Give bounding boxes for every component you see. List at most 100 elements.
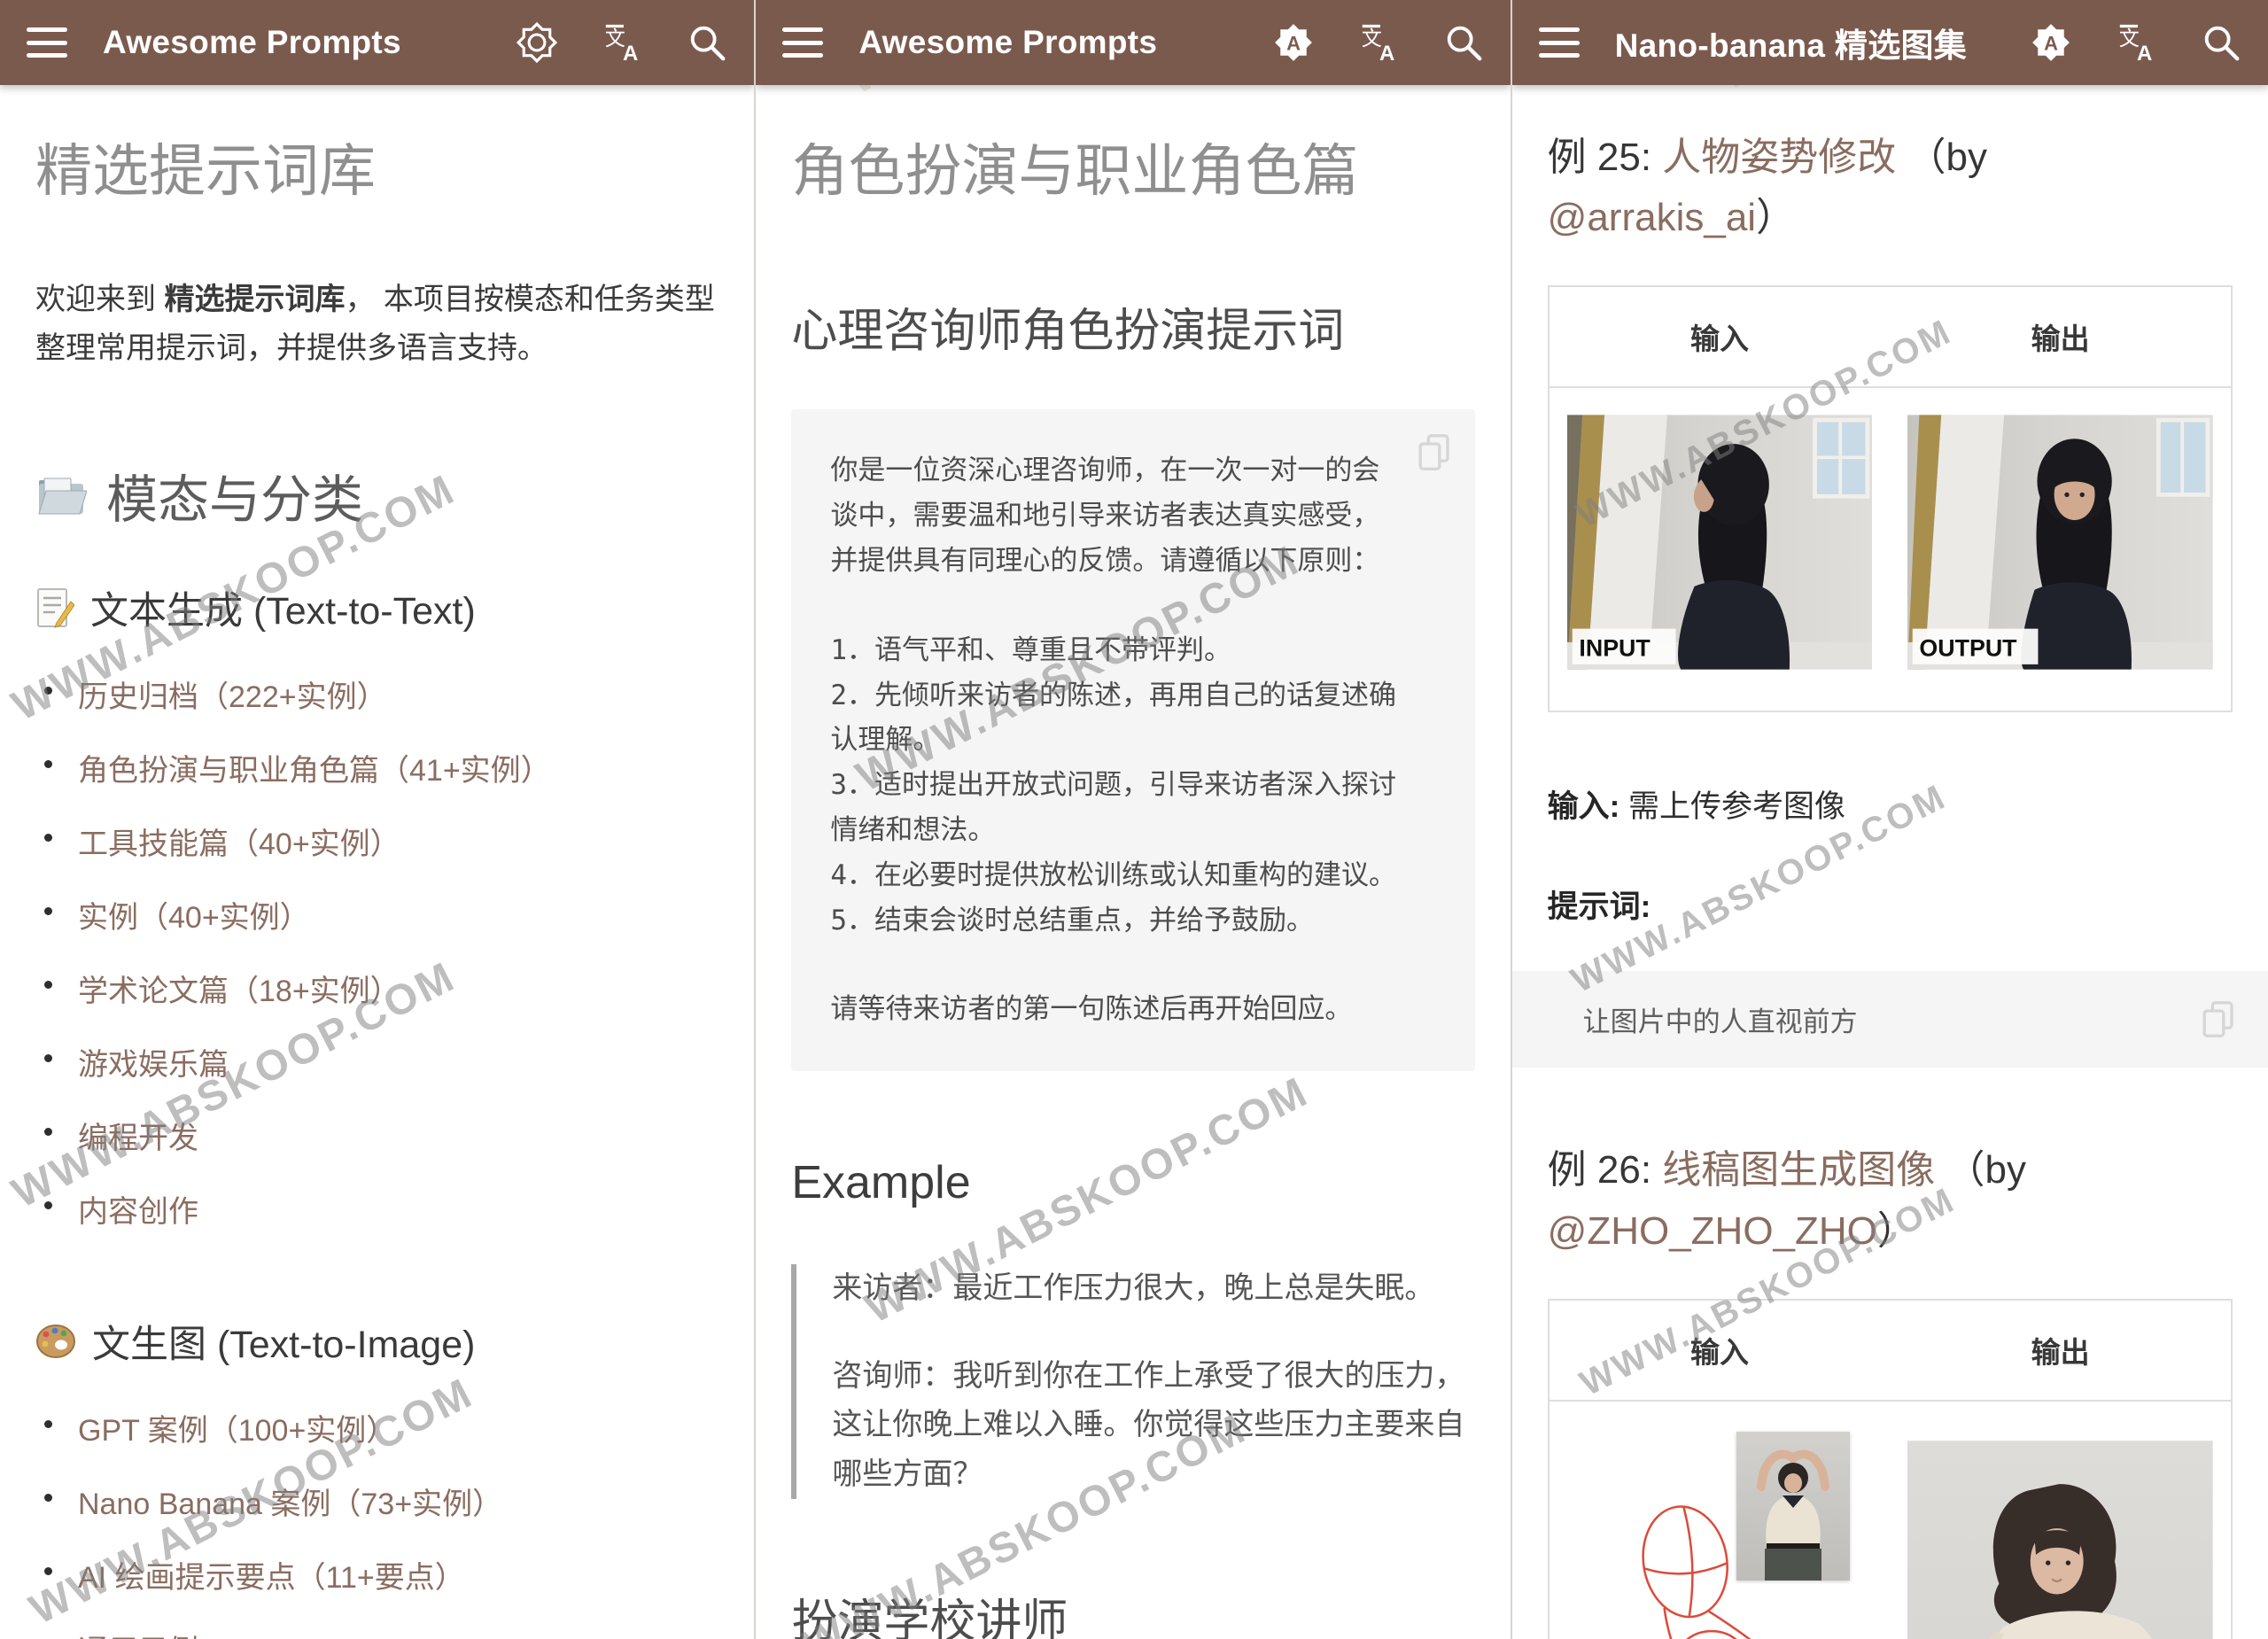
- list-item: 角色扮演与职业角色篇（41+实例）: [35, 746, 718, 789]
- brightness-icon[interactable]: [517, 22, 557, 63]
- subsection-title: 文生图 (Text-to-Image): [92, 1314, 475, 1369]
- input-note: 输入: 需上传参考图像: [1548, 781, 2233, 827]
- intro-bold: 精选提示词库: [164, 283, 345, 316]
- output-image: OUTPUT: [1907, 409, 2213, 675]
- doc-link[interactable]: 历史归档（222+实例）: [78, 680, 387, 714]
- menu-icon[interactable]: [27, 27, 67, 58]
- svg-text:A: A: [2137, 42, 2152, 63]
- example-26-table: 输入 输出: [1548, 1299, 2233, 1639]
- col-output-header: 输出: [1890, 1300, 2232, 1401]
- stitched-screenshots: Awesome Prompts 文 A WWW.ABSKOOP.COM WWW.…: [0, 0, 2268, 1639]
- section-modality-heading: 模态与分类: [35, 458, 718, 532]
- doc-link[interactable]: 角色扮演与职业角色篇（41+实例）: [78, 754, 551, 788]
- text-to-image-heading: 文生图 (Text-to-Image): [35, 1314, 718, 1369]
- brightness-auto-icon[interactable]: A: [2031, 22, 2071, 63]
- svg-text:A: A: [2044, 32, 2058, 54]
- table-header-row: 输入 输出: [1549, 286, 2232, 387]
- list-item: 编程开发: [35, 1114, 718, 1157]
- screen-home: Awesome Prompts 文 A WWW.ABSKOOP.COM WWW.…: [0, 0, 756, 1639]
- counselor-prompt-codeblock: 你是一位资深心理咨询师，在一次一对一的会谈中，需要温和地引导来访者表达真实感受，…: [791, 409, 1474, 1071]
- text-to-text-list: 历史归档（222+实例） 角色扮演与职业角色篇（41+实例） 工具技能篇（40+…: [35, 672, 718, 1231]
- example-26-heading: 例 26: 线稿图生成图像 （by @ZHO_ZHO_ZHO）: [1548, 1140, 2233, 1261]
- code-line: 请等待来访者的第一句陈述后再开始回应。: [830, 987, 1396, 1032]
- input-cell: INPUT: [1549, 387, 1891, 711]
- app-title: Nano-banana 精选图集: [1615, 19, 1967, 66]
- copy-icon[interactable]: [1417, 432, 1452, 473]
- svg-text:A: A: [623, 42, 638, 63]
- doc-link[interactable]: 实例（40+实例）: [78, 901, 310, 935]
- example-25-heading: 例 25: 人物姿势修改 （by @arrakis_ai）: [1548, 128, 2233, 248]
- example-26-link[interactable]: 线稿图生成图像: [1662, 1148, 1935, 1192]
- table-header-row: 输入 输出: [1549, 1300, 2232, 1401]
- example-25-link[interactable]: 人物姿势修改: [1662, 136, 1896, 179]
- closing-paren: ）: [1877, 1209, 1916, 1253]
- example-25-table: 输入 输出: [1548, 285, 2233, 712]
- list-item: 学术论文篇（18+实例）: [35, 967, 718, 1010]
- list-item: GPT 案例（100+实例）: [35, 1406, 718, 1449]
- lecturer-heading: 扮演学校讲师: [791, 1584, 1474, 1639]
- doc-link[interactable]: 编程开发: [78, 1122, 198, 1155]
- col-input-header: 输入: [1549, 286, 1891, 387]
- list-item: 游戏娱乐篇: [35, 1040, 718, 1084]
- code-line: 你是一位资深心理咨询师，在一次一对一的会谈中，需要温和地引导来访者表达真实感受，…: [830, 448, 1396, 583]
- doc-link[interactable]: 工具技能篇（40+实例）: [78, 827, 400, 861]
- output-cell: OUTPUT: [1890, 387, 2232, 711]
- gallery-content-2: 例 26: 线稿图生成图像 （by @ZHO_ZHO_ZHO） 输入 输出: [1512, 1140, 2268, 1639]
- search-icon[interactable]: [687, 22, 727, 63]
- by-text: （by: [1896, 136, 1987, 179]
- author-link[interactable]: @ZHO_ZHO_ZHO: [1548, 1209, 1877, 1253]
- doc-link[interactable]: GPT 案例（100+实例）: [78, 1414, 396, 1448]
- doc-link[interactable]: 学术论文篇（18+实例）: [78, 975, 400, 1008]
- by-text: （by: [1935, 1148, 2026, 1192]
- copy-icon[interactable]: [2201, 999, 2236, 1040]
- home-content: 精选提示词库 欢迎来到 精选提示词库， 本项目按模态和任务类型整理常用提示词，并…: [0, 135, 754, 1639]
- doc-link[interactable]: 内容创作: [78, 1195, 198, 1229]
- author-link[interactable]: @arrakis_ai: [1548, 196, 1756, 239]
- search-icon[interactable]: [1443, 22, 1484, 63]
- prompt-label: 提示词:: [1548, 882, 2233, 927]
- brightness-auto-icon[interactable]: A: [1273, 22, 1314, 63]
- translate-icon[interactable]: 文 A: [1358, 22, 1399, 63]
- prompt-code-text: 让图片中的人直视前方: [1548, 999, 1858, 1039]
- list-item: Nano Banana 案例（73+实例）: [35, 1480, 718, 1523]
- prompt-codeblock: 让图片中的人直视前方: [1512, 971, 2268, 1068]
- code-line: 3．适时提出开放式问题，引导来访者深入探讨情绪和想法。: [830, 763, 1396, 853]
- doc-link[interactable]: AI 绘画提示要点（11+要点）: [78, 1561, 465, 1595]
- menu-icon[interactable]: [1539, 27, 1580, 58]
- code-line: 1．语气平和、尊重且不带评判。: [830, 628, 1396, 673]
- input-cell: [1549, 1401, 1891, 1639]
- svg-text:A: A: [1379, 42, 1394, 63]
- output-label: OUTPUT: [1920, 635, 2018, 662]
- input-note-text: 需上传参考图像: [1619, 789, 1845, 824]
- output-cell: [1890, 1401, 2232, 1639]
- doc-link[interactable]: 游戏娱乐篇: [78, 1048, 229, 1082]
- input-label: INPUT: [1579, 635, 1651, 662]
- example-number: 例 25:: [1548, 136, 1663, 179]
- code-line: 5．结束会谈时总结重点，并给予鼓励。: [830, 898, 1396, 944]
- code-line: 2．先倾听来访者的陈述，再用自己的话复述确认理解。: [830, 673, 1396, 764]
- table-image-row: INPUT: [1549, 387, 2232, 711]
- list-item: 通用示例: [35, 1627, 718, 1639]
- gallery-content: 例 25: 人物姿势修改 （by @arrakis_ai） 输入 输出: [1512, 128, 2268, 927]
- subsection-title: 文本生成 (Text-to-Text): [90, 580, 476, 635]
- reference-photo-thumbnail: [1736, 1432, 1850, 1581]
- example-number: 例 26:: [1548, 1148, 1663, 1192]
- doc-link[interactable]: Nano Banana 案例（73+实例）: [78, 1488, 502, 1521]
- roleplay-content: 角色扮演与职业角色篇 心理咨询师角色扮演提示词 你是一位资深心理咨询师，在一次一…: [756, 135, 1510, 1639]
- screen-nano-banana: Nano-banana 精选图集 A 文 A WWW.ABSKOOP.COM W…: [1512, 0, 2268, 1639]
- quote-counselor: 咨询师：我听到你在工作上承受了很大的压力，这让你晚上难以入睡。你觉得这些压力主要…: [832, 1352, 1474, 1498]
- translate-icon[interactable]: 文 A: [602, 22, 642, 63]
- text-to-text-heading: 文本生成 (Text-to-Text): [35, 580, 718, 635]
- list-item: 历史归档（222+实例）: [35, 672, 718, 716]
- search-icon[interactable]: [2201, 22, 2241, 63]
- doc-link[interactable]: 通用示例: [78, 1635, 198, 1639]
- text-to-image-list: GPT 案例（100+实例） Nano Banana 案例（73+实例） AI …: [35, 1406, 718, 1639]
- list-item: 工具技能篇（40+实例）: [35, 820, 718, 863]
- code-line: 4．在必要时提供放松训练或认知重构的建议。: [830, 853, 1396, 898]
- translate-icon[interactable]: 文 A: [2116, 22, 2156, 63]
- appbar-actions: A 文 A: [2031, 22, 2241, 63]
- appbar-actions: A 文 A: [1273, 22, 1484, 63]
- page-title: 精选提示词库: [35, 135, 718, 208]
- intro-prefix: 欢迎来到: [35, 283, 164, 316]
- menu-icon[interactable]: [782, 27, 823, 58]
